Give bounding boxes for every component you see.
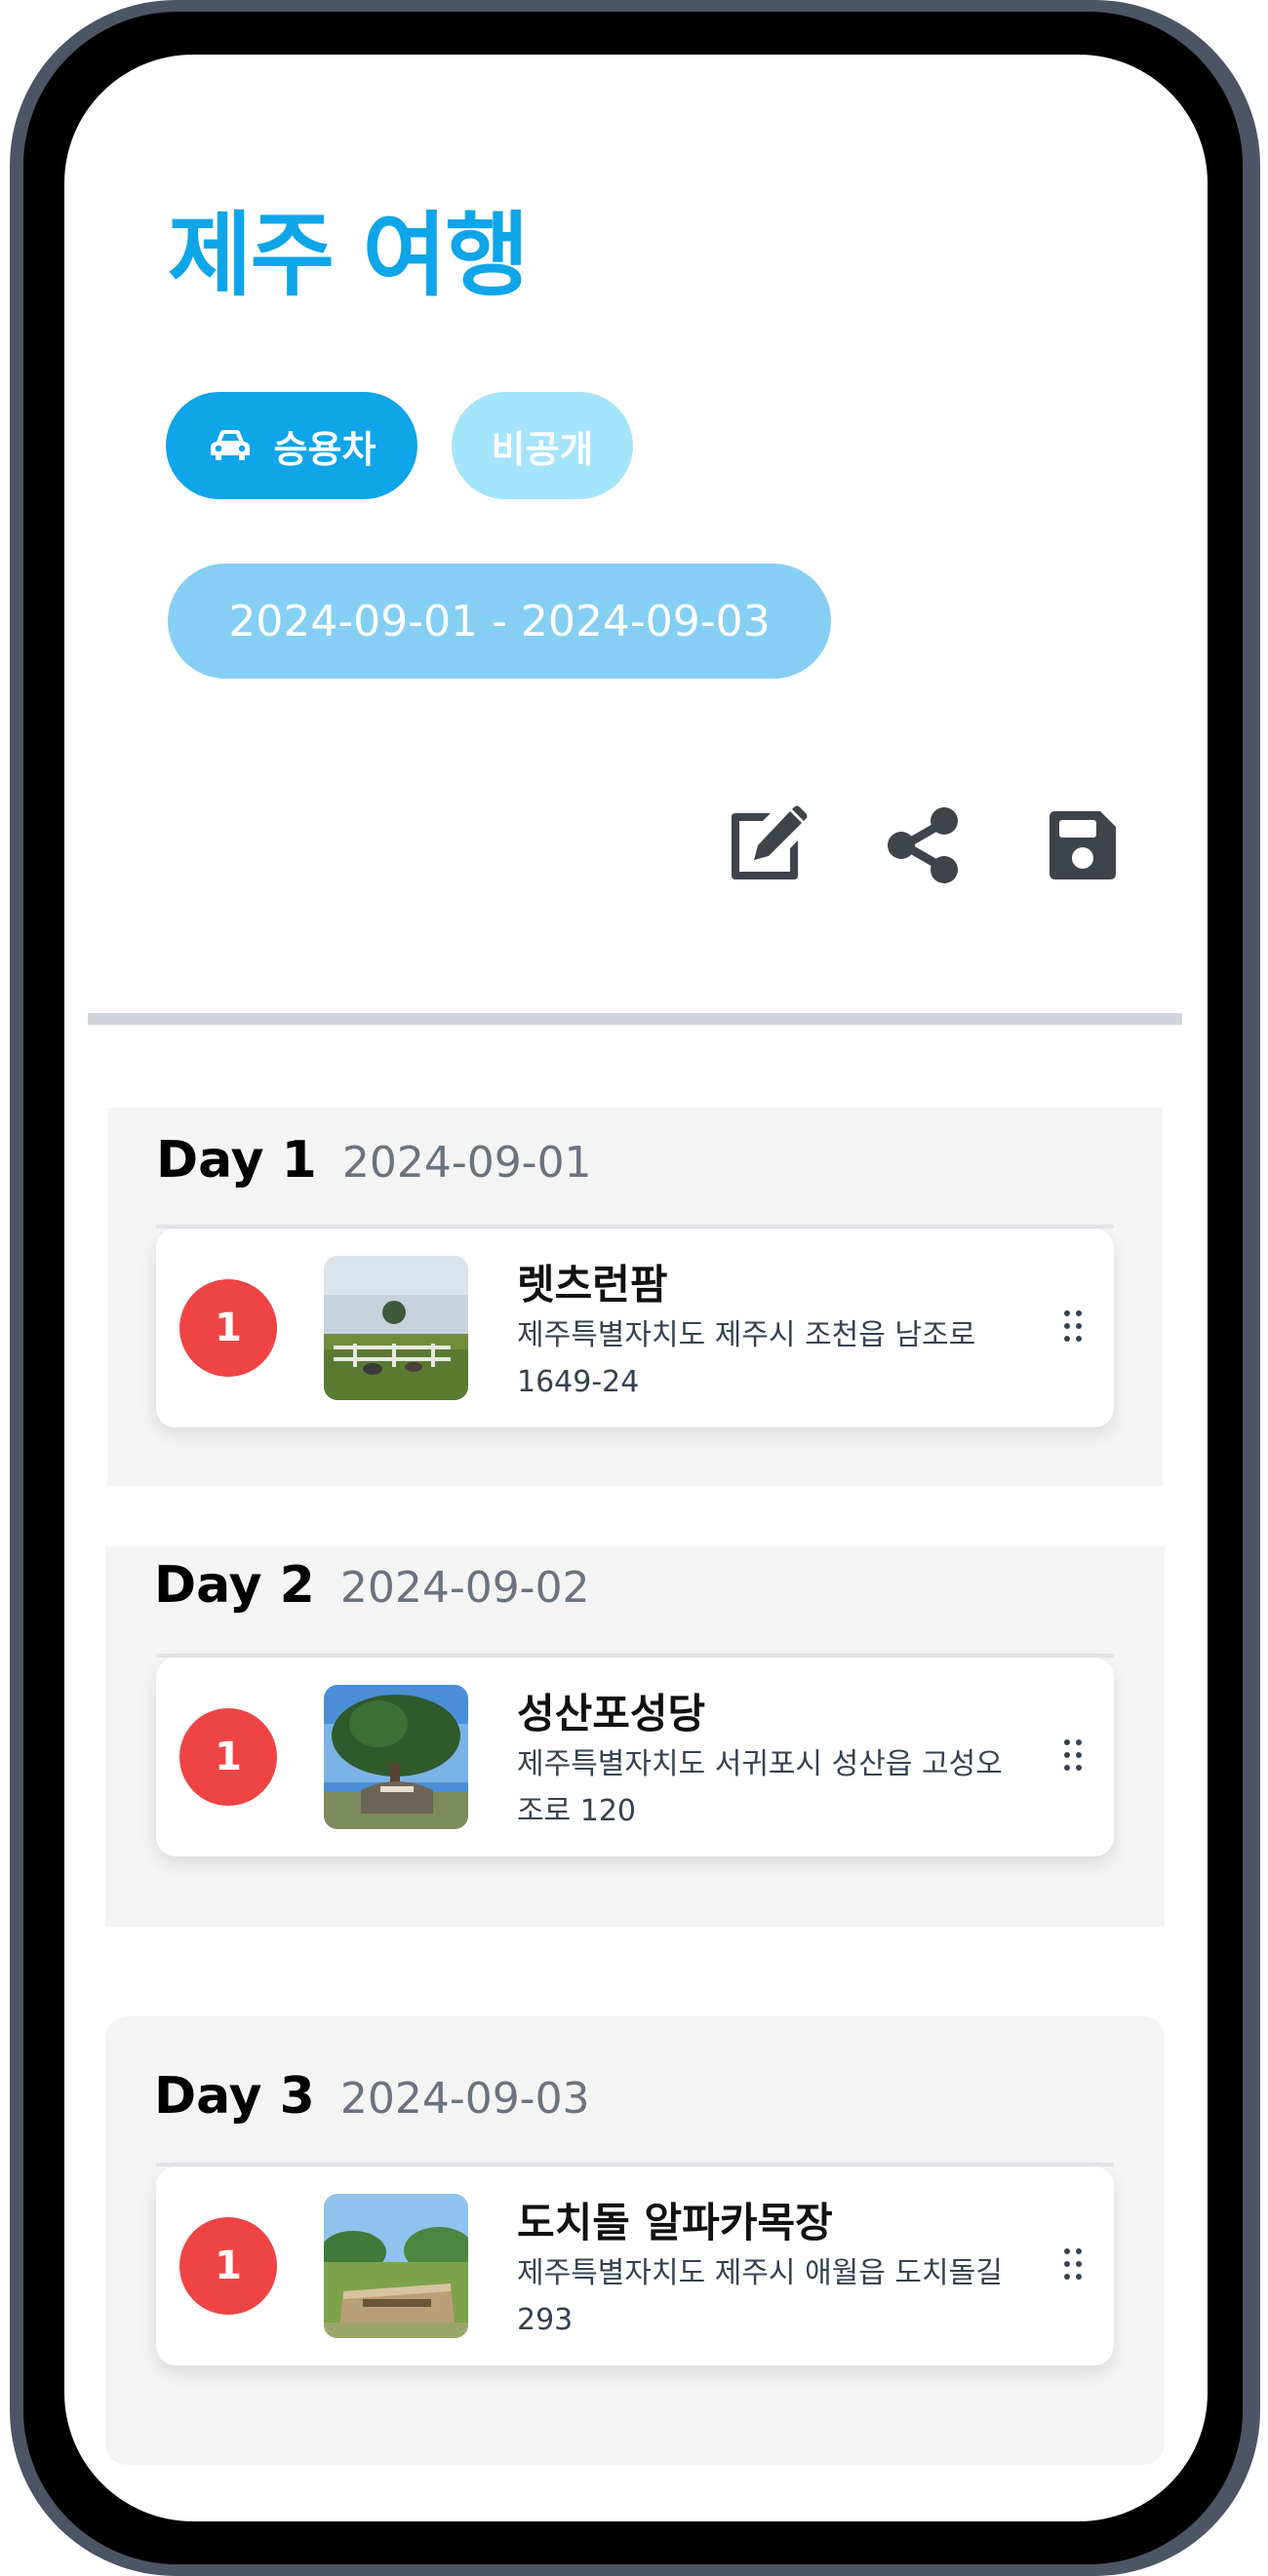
place-name: 렛츠런팜 (517, 1261, 668, 1308)
day-section: Day 2 2024-09-02 1 성산포성당 제주특별자치도 서귀포시 성산… (105, 1546, 1165, 1927)
vehicle-chip[interactable]: 승용차 (166, 392, 417, 499)
day-date: 2024-09-02 (339, 1563, 590, 1613)
day-label: Day 2 (154, 1556, 315, 1615)
day-label: Day 3 (154, 2067, 315, 2126)
place-thumbnail (324, 2194, 468, 2338)
date-range-chip[interactable]: 2024-09-01 - 2024-09-03 (168, 564, 831, 679)
place-address: 제주특별자치도 제주시 애월읍 도치돌길 293 (517, 2256, 1003, 2337)
day-label: Day 1 (156, 1131, 317, 1190)
car-icon (208, 428, 253, 463)
place-thumbnail (324, 1256, 468, 1400)
place-card[interactable]: 1 도치돌 알파카목장 제주특별자치도 제주시 애월읍 도치돌길 293 (156, 2166, 1114, 2365)
vehicle-chip-label: 승용차 (273, 427, 376, 471)
day-date: 2024-09-01 (341, 1138, 592, 1188)
drag-handle-icon[interactable] (1061, 2246, 1085, 2282)
day-date: 2024-09-03 (339, 2074, 590, 2124)
place-thumbnail (324, 1685, 468, 1829)
date-range-label: 2024-09-01 - 2024-09-03 (228, 596, 771, 646)
day-section: Day 1 2024-09-01 1 렛츠런팜 제주특별자치도 제주시 조천읍 … (107, 1108, 1163, 1486)
place-order-badge: 1 (179, 1279, 277, 1377)
place-order-badge: 1 (179, 2217, 277, 2315)
place-name: 성산포성당 (517, 1690, 706, 1737)
day-section: Day 3 2024-09-03 1 도치돌 알파카목장 제주특별자치도 제주시 (105, 2016, 1165, 2465)
app-screen: 제주 여행 승용차 비공개 2024-09-01 - 2024-09-03 Da… (64, 55, 1208, 2521)
place-address: 제주특별자치도 서귀포시 성산읍 고성오조로 120 (517, 1747, 1003, 1828)
place-card[interactable]: 1 렛츠런팜 제주특별자치도 제주시 조천읍 남조로 1649-24 (156, 1229, 1114, 1427)
edit-icon[interactable] (722, 801, 810, 889)
share-icon[interactable] (880, 801, 968, 889)
visibility-chip[interactable]: 비공개 (452, 392, 633, 499)
visibility-chip-label: 비공개 (491, 427, 594, 471)
save-icon[interactable] (1038, 801, 1126, 889)
place-address: 제주특별자치도 제주시 조천읍 남조로 1649-24 (517, 1318, 976, 1399)
place-name: 도치돌 알파카목장 (517, 2199, 833, 2246)
drag-handle-icon[interactable] (1061, 1308, 1085, 1344)
place-card[interactable]: 1 성산포성당 제주특별자치도 서귀포시 성산읍 고성오조로 120 (156, 1658, 1114, 1856)
header-divider (88, 1013, 1182, 1025)
place-order-badge: 1 (179, 1708, 277, 1806)
drag-handle-icon[interactable] (1061, 1737, 1085, 1773)
trip-title: 제주 여행 (168, 203, 530, 309)
